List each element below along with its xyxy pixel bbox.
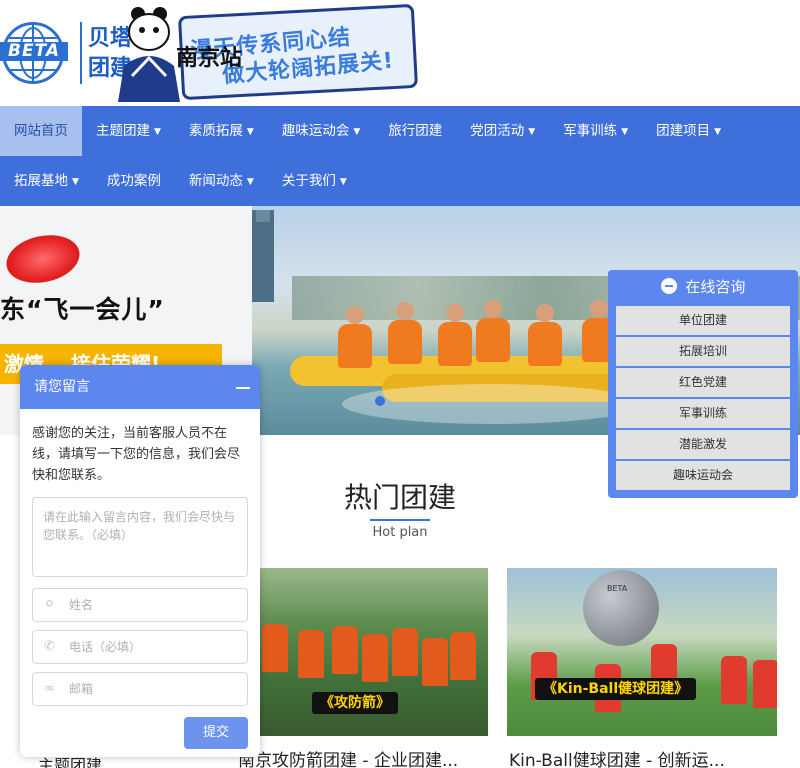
rower-figure <box>338 324 372 368</box>
water-splash <box>342 384 642 424</box>
nav-item-label: 拓展基地 <box>14 173 68 189</box>
chat-intro: 感谢您的关注，当前客服人员不在线，请填写一下您的信息，我们会尽快和您联系。 <box>32 426 241 483</box>
card-title[interactable]: Kin-Ball健球团建 - 创新运... <box>507 746 777 768</box>
consult-title: 在线咨询 <box>685 278 746 296</box>
name-field[interactable]: ⚪ 姓名 <box>32 588 248 622</box>
card-ribbon: 《Kin-Ball健球团建》 <box>535 678 697 700</box>
frisbee-icon <box>2 228 84 290</box>
nav-item-label: 趣味运动会 <box>281 123 350 139</box>
rower-head <box>346 306 364 324</box>
nav-item[interactable]: 军事训练 ▼ <box>549 106 642 156</box>
caret-down-icon: ▼ <box>72 177 79 187</box>
email-icon: ∞ <box>44 681 55 696</box>
nav-item[interactable]: 趣味运动会 ▼ <box>268 106 374 156</box>
nav-row-2: 拓展基地 ▼ 成功案例 新闻动态 ▼ 关于我们 ▼ <box>0 156 361 206</box>
rower-head <box>590 300 608 318</box>
section-underline <box>370 519 430 521</box>
nav-item[interactable]: 关于我们 ▼ <box>268 156 361 206</box>
nav-item[interactable]: 团建项目 ▼ <box>642 106 735 156</box>
rower-head <box>446 304 464 322</box>
consult-item[interactable]: 趣味运动会 <box>616 461 790 490</box>
tower-shape <box>252 210 274 302</box>
email-placeholder: 邮箱 <box>69 682 94 696</box>
nav-item-label: 成功案例 <box>106 173 161 189</box>
rower-head <box>396 302 414 320</box>
nav-item-label: 关于我们 <box>281 173 336 189</box>
caret-down-icon: ▼ <box>339 177 347 187</box>
phone-icon: ✆ <box>44 639 55 654</box>
consult-item[interactable]: 红色党建 <box>616 368 790 397</box>
user-icon: ⚪ <box>44 597 55 612</box>
station-label: 南京站 <box>176 46 243 71</box>
consult-item[interactable]: 潜能激发 <box>616 430 790 459</box>
submit-button[interactable]: 提交 <box>184 717 248 749</box>
nav-item[interactable]: 新闻动态 ▼ <box>175 156 268 206</box>
nav-item-label: 素质拓展 <box>188 123 243 139</box>
name-placeholder: 姓名 <box>69 598 94 612</box>
consult-list: 单位团建 拓展培训 红色党建 军事训练 潜能激发 趣味运动会 <box>616 306 790 492</box>
nav-item[interactable]: 主题团建 ▼ <box>82 106 175 156</box>
main-nav: 网站首页 主题团建 ▼ 素质拓展 ▼ 趣味运动会 ▼ 旅行团建 党团活动 ▼ 军事训练 ▼ 团建项目 ▼ … <box>0 106 800 206</box>
rower-figure <box>388 320 422 364</box>
mascot-icon <box>118 7 180 102</box>
email-field[interactable]: ∞ 邮箱 <box>32 672 248 706</box>
card-kinball[interactable]: BETA 《Kin-Ball健球团建》 Kin-Ball健球团建 - 创新运..… <box>507 568 777 768</box>
rower-head <box>536 304 554 322</box>
chat-bubble-icon <box>660 278 677 294</box>
consult-item[interactable]: 拓展培训 <box>616 337 790 366</box>
nav-item[interactable]: 素质拓展 ▼ <box>175 106 268 156</box>
nav-item[interactable]: 拓展基地 ▼ <box>0 156 93 206</box>
site-header: BETA 贝塔 团建 漫天传系同心结 做大轮阔拓展关! 南京站 <box>0 0 800 106</box>
chat-title: 请您留言 <box>34 379 90 395</box>
rower-head <box>484 300 502 318</box>
nav-item-label: 军事训练 <box>563 123 618 139</box>
logo-divider <box>80 22 82 84</box>
caret-down-icon: ▼ <box>154 127 161 137</box>
caret-down-icon: ▼ <box>246 177 254 187</box>
ball-label: BETA <box>607 584 628 593</box>
rower-figure <box>438 322 472 366</box>
consult-header[interactable]: 在线咨询 <box>608 270 798 304</box>
phone-field[interactable]: ✆ 电话（必填） <box>32 630 248 664</box>
nav-item-label: 团建项目 <box>656 123 711 139</box>
banner-title: 东“飞一会儿” <box>0 295 165 324</box>
nav-item[interactable]: 党团活动 ▼ <box>456 106 549 156</box>
nav-item-label: 网站首页 <box>14 123 68 139</box>
card-image: 《攻防箭》 <box>236 568 488 736</box>
rower-figure <box>476 318 510 362</box>
card-image: BETA 《Kin-Ball健球团建》 <box>507 568 777 736</box>
nav-row-1: 网站首页 主题团建 ▼ 素质拓展 ▼ 趣味运动会 ▼ 旅行团建 党团活动 ▼ 军事训练 ▼ 团建项目 ▼ <box>0 106 735 156</box>
page: BETA 贝塔 团建 漫天传系同心结 做大轮阔拓展关! 南京站 网站首页 主题团建… <box>0 0 800 768</box>
nav-item[interactable]: 成功案例 <box>93 156 175 206</box>
caret-down-icon: ▼ <box>353 127 361 137</box>
nav-item-label: 新闻动态 <box>188 173 243 189</box>
chat-header[interactable]: 请您留言 <box>20 365 260 409</box>
nav-item-label: 旅行团建 <box>388 123 443 139</box>
caret-down-icon: ▼ <box>528 127 536 137</box>
nav-item-label: 党团活动 <box>470 123 525 139</box>
online-consult-widget: 在线咨询 单位团建 拓展培训 红色党建 军事训练 潜能激发 趣味运动会 <box>608 270 798 498</box>
nav-item[interactable]: 旅行团建 <box>374 106 456 156</box>
nav-item[interactable]: 网站首页 <box>0 106 82 156</box>
kinball-icon: BETA <box>583 570 659 646</box>
slider-dot[interactable] <box>375 396 385 406</box>
rower-figure <box>528 322 562 366</box>
logo-text: BETA <box>0 42 68 61</box>
consult-item[interactable]: 单位团建 <box>616 306 790 335</box>
message-textarea[interactable]: 请在此输入留言内容，我们会尽快与您联系。（必填） <box>32 497 248 577</box>
consult-item[interactable]: 军事训练 <box>616 399 790 428</box>
caret-down-icon: ▼ <box>621 127 629 137</box>
phone-placeholder: 电话（必填） <box>69 640 142 654</box>
leave-message-widget: 请您留言 感谢您的关注，当前客服人员不在线，请填写一下您的信息，我们会尽快和您联… <box>20 365 260 757</box>
minimize-icon[interactable] <box>236 387 250 389</box>
caret-down-icon: ▼ <box>714 127 722 137</box>
caret-down-icon: ▼ <box>246 127 254 137</box>
card-ribbon: 《攻防箭》 <box>312 692 398 714</box>
card-archery[interactable]: 《攻防箭》 南京攻防箭团建 - 企业团建... <box>236 568 488 768</box>
card-title[interactable]: 南京攻防箭团建 - 企业团建... <box>236 746 488 768</box>
nav-item-label: 主题团建 <box>96 123 150 139</box>
